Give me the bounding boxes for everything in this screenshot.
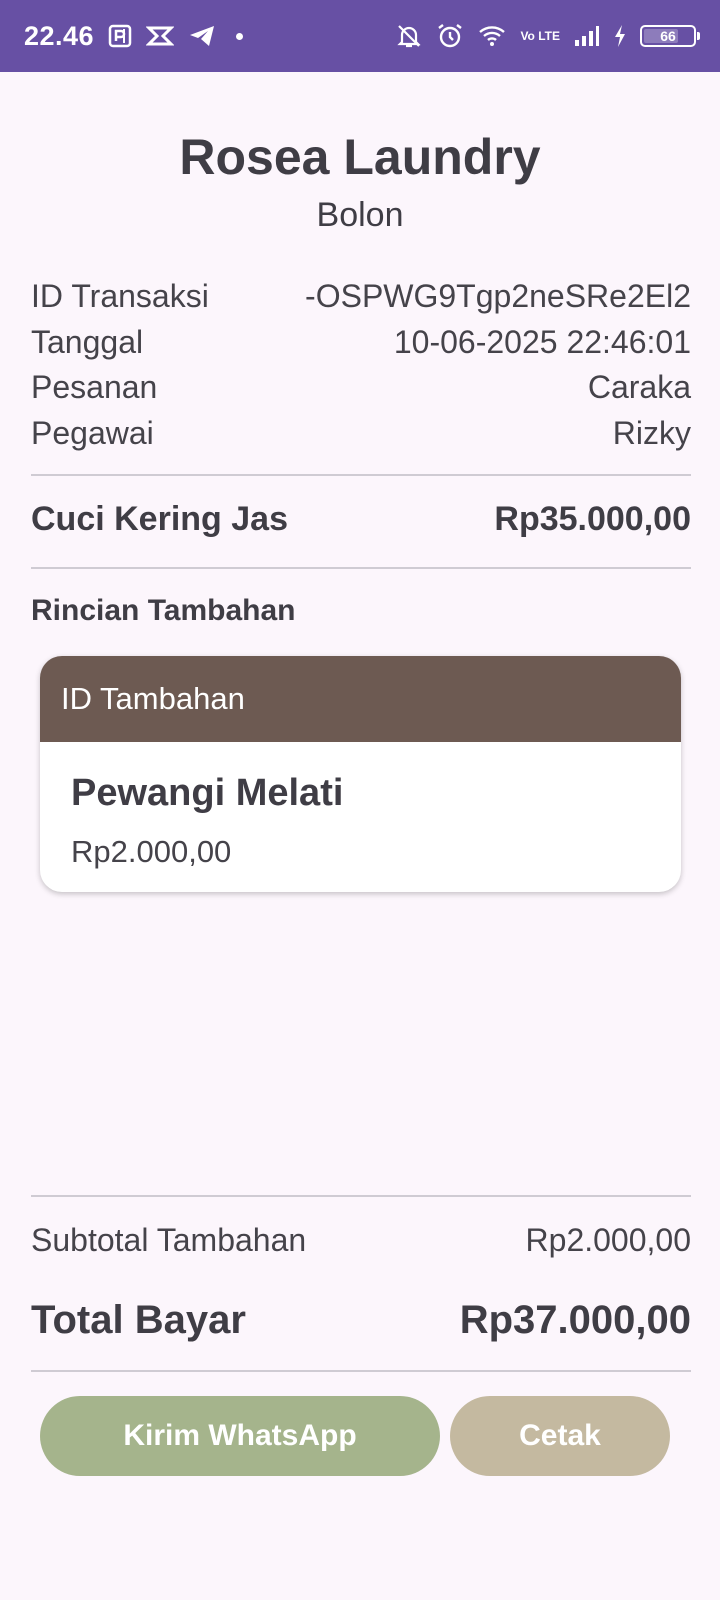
shop-name: Rosea Laundry [179, 129, 541, 185]
total-value: Rp37.000,00 [459, 1298, 691, 1342]
info-label: Tanggal [31, 323, 144, 360]
info-value: -OSPWG9Tgp2neSRe2El2 [305, 278, 691, 315]
info-label: ID Transaksi [31, 278, 209, 315]
send-whatsapp-button[interactable]: Kirim WhatsApp [40, 1396, 440, 1476]
extra-item-name: Pewangi Melati [71, 772, 344, 814]
telegram-icon [188, 24, 216, 48]
status-bar-left: 22.46 [24, 20, 244, 52]
bell-off-icon [396, 23, 422, 49]
divider [31, 1195, 691, 1197]
divider [31, 567, 691, 569]
alarm-icon [436, 22, 464, 50]
shop-branch: Bolon [316, 196, 404, 234]
signal-icon [574, 25, 600, 47]
service-row: Cuci Kering Jas Rp35.000,00 [31, 500, 691, 539]
info-row-date: Tanggal 10-06-2025 22:46:01 [31, 320, 691, 366]
status-bar: 22.46 Vo LTE 66 [0, 0, 720, 72]
info-row-customer: Pesanan Caraka [31, 365, 691, 411]
subtotal-value: Rp2.000,00 [525, 1222, 691, 1258]
charging-icon [614, 25, 626, 47]
total-row: Total Bayar Rp37.000,00 [31, 1298, 691, 1343]
status-time: 22.46 [24, 20, 95, 51]
dot-icon [236, 32, 244, 40]
extra-item-card[interactable]: ID Tambahan Pewangi Melati Rp2.000,00 [40, 656, 681, 892]
info-row-transaction-id: ID Transaksi -OSPWG9Tgp2neSRe2El2 [31, 274, 691, 320]
transaction-info: ID Transaksi -OSPWG9Tgp2neSRe2El2 Tangga… [31, 274, 691, 456]
info-label: Pesanan [31, 369, 158, 406]
total-label: Total Bayar [31, 1298, 246, 1342]
parking-icon [108, 24, 132, 48]
capcut-icon [146, 24, 175, 48]
service-name: Cuci Kering Jas [31, 500, 288, 538]
status-bar-right: Vo LTE 66 [396, 22, 700, 50]
divider [31, 474, 691, 476]
subtotal-row: Subtotal Tambahan Rp2.000,00 [31, 1222, 691, 1259]
divider [31, 1370, 691, 1372]
info-value: 10-06-2025 22:46:01 [393, 323, 691, 360]
service-price: Rp35.000,00 [494, 500, 691, 538]
info-label: Pegawai [31, 414, 154, 451]
extras-section-title: Rincian Tambahan [31, 594, 296, 627]
extra-item-price: Rp2.000,00 [71, 834, 232, 869]
info-value: Caraka [587, 369, 691, 406]
print-button[interactable]: Cetak [450, 1396, 670, 1476]
extra-item-header: ID Tambahan [40, 656, 681, 742]
info-row-employee: Pegawai Rizky [31, 411, 691, 457]
subtotal-label: Subtotal Tambahan [31, 1222, 307, 1258]
volte-indicator: Vo LTE [520, 28, 560, 43]
battery-level: 66 [660, 28, 676, 44]
info-value: Rizky [612, 414, 691, 451]
wifi-icon [478, 24, 506, 48]
battery-icon: 66 [640, 25, 700, 47]
